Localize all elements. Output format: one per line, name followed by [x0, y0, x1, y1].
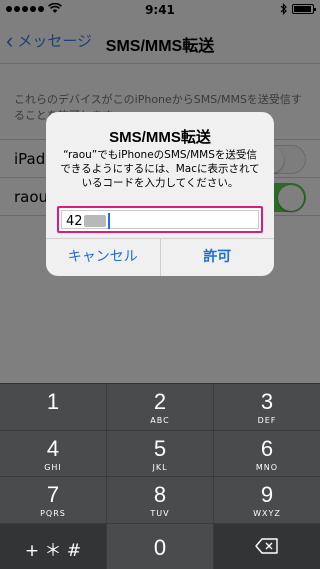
key-5[interactable]: 5 JKL — [107, 430, 213, 476]
key-4[interactable]: 4 GHI — [0, 430, 106, 476]
device-label: iPad — [14, 150, 46, 168]
key-9[interactable]: 9 WXYZ — [214, 477, 320, 523]
allow-button[interactable]: 許可 — [161, 239, 275, 276]
code-value: 42 — [66, 214, 83, 229]
key-0[interactable]: 0 — [107, 523, 213, 569]
toggle-knob — [278, 185, 304, 211]
alert-title: SMS/MMS転送 — [109, 129, 211, 146]
key-number: 9 — [260, 482, 274, 507]
battery-icon — [292, 4, 316, 14]
key-number: 7 — [46, 482, 60, 507]
key-8[interactable]: 8 TUV — [107, 477, 213, 523]
alert-button-row: キャンセル 許可 — [46, 238, 274, 276]
symbols-label: + ＊ # — [24, 540, 82, 561]
verification-alert: SMS/MMS転送 “raou”でもiPhoneのSMS/MMSを送受信できるよ… — [46, 112, 274, 276]
status-right — [280, 3, 316, 15]
key-number: 8 — [153, 482, 167, 507]
bluetooth-icon — [280, 3, 287, 15]
key-letters: TUV — [150, 509, 170, 518]
key-1[interactable]: 1 — [0, 384, 106, 430]
key-number: 4 — [46, 435, 60, 461]
delete-key[interactable] — [214, 523, 320, 569]
key-7[interactable]: 7 PQRS — [0, 477, 106, 523]
status-bar: 9:41 — [0, 0, 320, 20]
symbols-key[interactable]: + ＊ # — [0, 523, 106, 569]
page-title: SMS/MMS転送 — [105, 38, 215, 55]
device-label: raou — [14, 188, 49, 206]
key-number: 0 — [153, 534, 167, 560]
key-letters: DEF — [257, 416, 277, 425]
key-2[interactable]: 2 ABC — [107, 384, 213, 430]
key-letters: MNO — [255, 462, 279, 472]
key-letters: JKL — [152, 462, 168, 472]
key-3[interactable]: 3 DEF — [214, 384, 320, 430]
key-number: 5 — [153, 435, 167, 461]
key-number: 1 — [46, 389, 60, 414]
key-number: 3 — [260, 389, 274, 414]
status-time: 9:41 — [145, 3, 175, 17]
key-number: 2 — [153, 389, 167, 414]
numeric-keypad: 1 2 ABC 3 DEF 4 GHI 5 JKL 6 MNO 7 PQRS 8… — [0, 383, 320, 569]
key-number: 6 — [260, 435, 274, 461]
navigation-bar: ‹ メッセージ SMS/MMS転送 — [0, 20, 320, 64]
alert-message: “raou”でもiPhoneのSMS/MMSを送受信できるようにするには、Mac… — [60, 149, 260, 189]
key-letters: ABC — [150, 416, 170, 425]
backspace-icon — [255, 538, 278, 554]
code-field: 42 — [61, 210, 259, 229]
redacted-digits — [84, 215, 106, 227]
key-letters: PQRS — [40, 509, 66, 518]
key-letters: GHI — [44, 462, 62, 472]
code-input[interactable]: 42 — [57, 206, 263, 233]
text-caret — [108, 213, 110, 229]
cancel-button[interactable]: キャンセル — [46, 239, 161, 276]
key-letters: WXYZ — [253, 509, 281, 518]
key-6[interactable]: 6 MNO — [214, 430, 320, 476]
